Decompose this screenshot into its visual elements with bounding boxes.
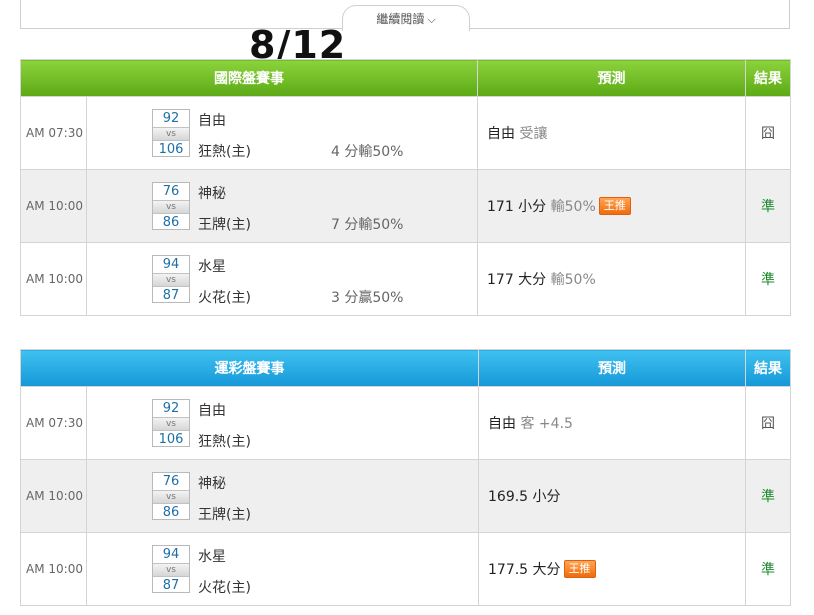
prediction-cell: 169.5 小分	[478, 459, 746, 533]
sports-lottery-games-table: 運彩盤賽事 預測 結果 AM 07:30 92 vs 106 自由 狂熱(主) …	[20, 349, 791, 606]
game-time: AM 07:30	[20, 386, 87, 460]
match-cell: 92 vs 106 自由 狂熱(主)	[86, 386, 479, 460]
team-away: 自由	[198, 403, 226, 419]
team-away: 神秘	[198, 186, 226, 202]
team-home: 王牌(主)	[198, 217, 251, 233]
game-time: AM 10:00	[20, 459, 87, 533]
result-cell: 準	[745, 532, 791, 606]
table-row: AM 07:30 92 vs 106 自由 狂熱(主) 4 分輸50% 自由 受…	[20, 96, 791, 170]
prediction-detail: 輸50%	[550, 199, 596, 215]
score-box: 94 vs 87	[152, 545, 190, 593]
header-prediction: 預測	[477, 59, 746, 97]
prediction-cell: 自由 客 +4.5	[478, 386, 746, 460]
prediction-detail: 受讓	[519, 126, 548, 142]
score-box: 92 vs 106	[152, 399, 190, 447]
score-home: 86	[162, 505, 180, 520]
team-away: 神秘	[198, 476, 226, 492]
score-home: 87	[162, 578, 180, 593]
prediction-pick: 177 大分	[487, 272, 547, 288]
table-header: 國際盤賽事 預測 結果	[20, 59, 791, 97]
vs-label: vs	[153, 273, 189, 287]
result-cell: 囧	[745, 96, 791, 170]
match-cell: 76 vs 86 神秘 王牌(主)	[86, 459, 479, 533]
score-away: 76	[162, 184, 180, 199]
score-away: 94	[162, 547, 180, 562]
king-pick-badge: 王推	[563, 560, 596, 578]
game-time: AM 07:30	[20, 96, 87, 170]
king-pick-badge: 王推	[598, 197, 631, 215]
score-box: 76 vs 86	[152, 472, 190, 520]
header-games: 運彩盤賽事	[20, 349, 479, 387]
continue-reading-label: 繼續閱讀	[376, 12, 425, 26]
match-cell: 94 vs 87 水星 火花(主) 3 分贏50%	[86, 242, 478, 316]
table-header: 運彩盤賽事 預測 結果	[20, 349, 791, 387]
chevron-down-icon: ⌵	[427, 13, 436, 26]
score-box: 76 vs 86	[152, 182, 190, 230]
international-games-table: 國際盤賽事 預測 結果 AM 07:30 92 vs 106 自由 狂熱(主) …	[20, 59, 791, 316]
team-home: 狂熱(主)	[198, 434, 251, 450]
vs-label: vs	[153, 127, 189, 141]
score-home: 87	[162, 288, 180, 303]
prediction-pick: 自由	[488, 416, 516, 432]
team-home: 狂熱(主)	[198, 144, 251, 160]
prediction-detail: 客 +4.5	[520, 416, 573, 432]
score-away: 92	[162, 401, 180, 416]
vs-label: vs	[153, 417, 189, 431]
prediction-cell: 177 大分 輸50%	[477, 242, 746, 316]
vs-label: vs	[153, 490, 189, 504]
header-result: 結果	[745, 349, 791, 387]
score-home: 106	[158, 432, 184, 447]
team-home: 王牌(主)	[198, 507, 251, 523]
game-time: AM 10:00	[20, 169, 87, 243]
result-cell: 準	[745, 242, 791, 316]
prediction-pick: 177.5 大分	[488, 562, 561, 578]
score-home: 106	[158, 142, 184, 157]
match-cell: 92 vs 106 自由 狂熱(主) 4 分輸50%	[86, 96, 478, 170]
table-row: AM 10:00 94 vs 87 水星 火花(主) 3 分贏50% 177 大…	[20, 242, 791, 316]
table-row: AM 10:00 76 vs 86 神秘 王牌(主) 169.5 小分 準	[20, 459, 791, 533]
header-prediction: 預測	[478, 349, 746, 387]
handicap-line: 3 分贏50%	[331, 290, 404, 306]
result-cell: 準	[745, 459, 791, 533]
prediction-detail: 輸50%	[550, 272, 596, 288]
game-time: AM 10:00	[20, 532, 87, 606]
header-games: 國際盤賽事	[20, 59, 478, 97]
result-cell: 準	[745, 169, 791, 243]
header-result: 結果	[745, 59, 791, 97]
score-home: 86	[162, 215, 180, 230]
prediction-pick: 自由	[487, 126, 515, 142]
match-cell: 94 vs 87 水星 火花(主)	[86, 532, 479, 606]
table-row: AM 10:00 94 vs 87 水星 火花(主) 177.5 大分 王推 準	[20, 532, 791, 606]
team-home: 火花(主)	[198, 580, 251, 596]
table-row: AM 10:00 76 vs 86 神秘 王牌(主) 7 分輸50% 171 小…	[20, 169, 791, 243]
prediction-cell: 171 小分 輸50% 王推	[477, 169, 746, 243]
game-time: AM 10:00	[20, 242, 87, 316]
prediction-pick: 169.5 小分	[488, 489, 561, 505]
handicap-line: 7 分輸50%	[331, 217, 404, 233]
handicap-line: 4 分輸50%	[331, 144, 404, 160]
continue-reading-button[interactable]: 繼續閱讀 ⌵	[342, 5, 470, 31]
team-away: 水星	[198, 549, 226, 565]
team-home: 火花(主)	[198, 290, 251, 306]
prediction-pick: 171 小分	[487, 199, 547, 215]
vs-label: vs	[153, 563, 189, 577]
score-away: 92	[162, 111, 180, 126]
result-cell: 囧	[745, 386, 791, 460]
score-box: 94 vs 87	[152, 255, 190, 303]
score-away: 76	[162, 474, 180, 489]
score-away: 94	[162, 257, 180, 272]
prediction-cell: 自由 受讓	[477, 96, 746, 170]
table-row: AM 07:30 92 vs 106 自由 狂熱(主) 自由 客 +4.5 囧	[20, 386, 791, 460]
team-away: 自由	[198, 113, 226, 129]
vs-label: vs	[153, 200, 189, 214]
team-away: 水星	[198, 259, 226, 275]
prediction-cell: 177.5 大分 王推	[478, 532, 746, 606]
score-box: 92 vs 106	[152, 109, 190, 157]
match-cell: 76 vs 86 神秘 王牌(主) 7 分輸50%	[86, 169, 478, 243]
